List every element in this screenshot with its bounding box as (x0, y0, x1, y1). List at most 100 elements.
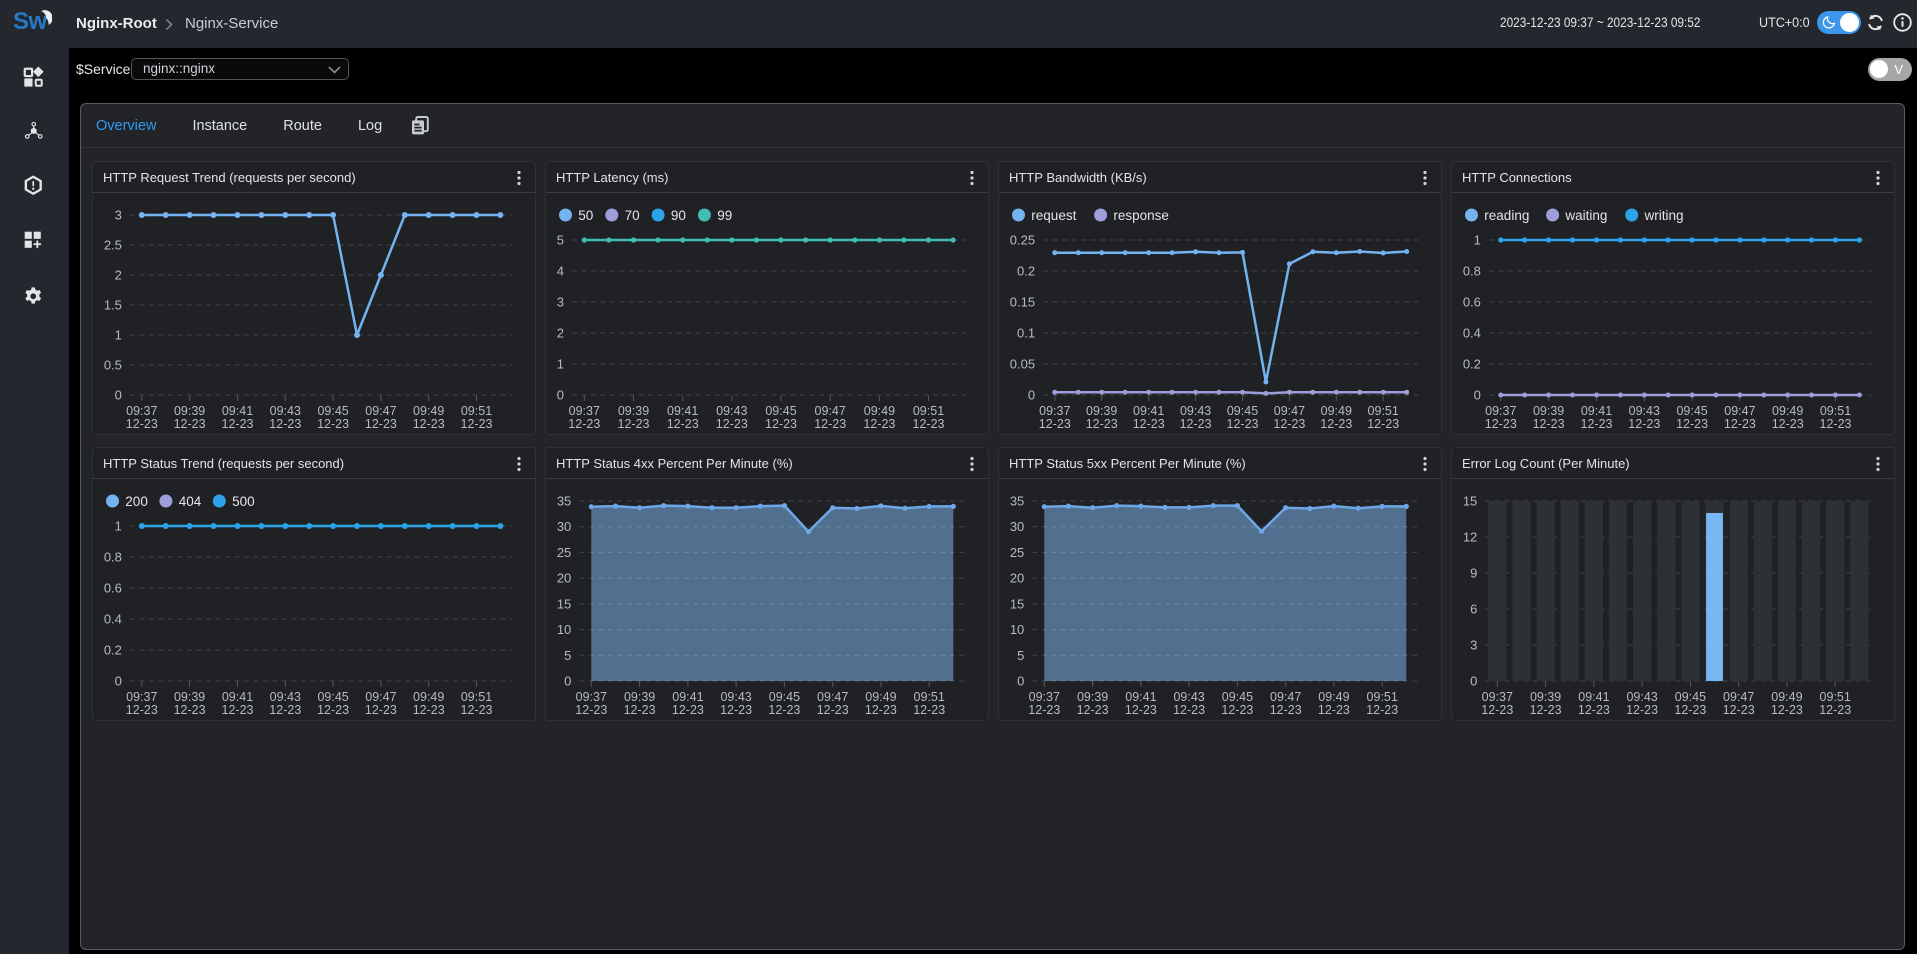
svg-text:12-23: 12-23 (817, 703, 849, 717)
svg-text:9: 9 (1470, 566, 1477, 581)
svg-text:09:49: 09:49 (1772, 404, 1803, 418)
svg-text:2: 2 (115, 268, 122, 283)
svg-text:09:41: 09:41 (1581, 404, 1612, 418)
svg-text:09:37: 09:37 (569, 404, 600, 418)
svg-text:12-23: 12-23 (1771, 703, 1803, 717)
svg-text:09:51: 09:51 (913, 404, 944, 418)
svg-text:waiting: waiting (1564, 208, 1607, 223)
svg-text:12-23: 12-23 (413, 417, 445, 431)
svg-text:09:41: 09:41 (1125, 690, 1156, 704)
svg-text:12-23: 12-23 (1628, 417, 1660, 431)
svg-text:09:45: 09:45 (1222, 690, 1253, 704)
svg-text:0.15: 0.15 (1010, 295, 1035, 310)
svg-text:09:51: 09:51 (1820, 690, 1851, 704)
svg-text:20: 20 (557, 571, 571, 586)
svg-text:12-23: 12-23 (1581, 417, 1613, 431)
svg-text:5: 5 (564, 648, 571, 663)
svg-text:12-23: 12-23 (413, 703, 445, 717)
svg-text:09:39: 09:39 (1077, 690, 1108, 704)
svg-text:09:39: 09:39 (174, 690, 205, 704)
svg-text:request: request (1031, 208, 1076, 223)
svg-text:12-23: 12-23 (1173, 703, 1205, 717)
svg-text:09:47: 09:47 (815, 404, 846, 418)
svg-text:12-23: 12-23 (1270, 703, 1302, 717)
svg-text:12-23: 12-23 (1180, 417, 1212, 431)
svg-text:1: 1 (557, 357, 564, 372)
svg-text:12: 12 (1463, 530, 1477, 545)
svg-text:4: 4 (557, 264, 564, 279)
svg-text:25: 25 (557, 545, 571, 560)
svg-text:09:47: 09:47 (1274, 404, 1305, 418)
svg-text:35: 35 (557, 494, 571, 509)
svg-text:12-23: 12-23 (865, 703, 897, 717)
svg-text:09:45: 09:45 (317, 690, 348, 704)
svg-text:09:41: 09:41 (1578, 690, 1609, 704)
svg-text:0.8: 0.8 (104, 550, 122, 565)
svg-text:09:49: 09:49 (1771, 690, 1802, 704)
svg-text:09:39: 09:39 (618, 404, 649, 418)
svg-text:09:39: 09:39 (174, 404, 205, 418)
svg-text:10: 10 (1010, 622, 1024, 637)
svg-text:09:43: 09:43 (1626, 690, 1657, 704)
svg-text:09:45: 09:45 (317, 404, 348, 418)
svg-text:09:47: 09:47 (1724, 404, 1755, 418)
svg-text:12-23: 12-23 (1077, 703, 1109, 717)
svg-text:09:37: 09:37 (1482, 690, 1513, 704)
svg-text:12-23: 12-23 (913, 417, 945, 431)
svg-text:15: 15 (1010, 596, 1024, 611)
svg-text:12-23: 12-23 (1820, 417, 1852, 431)
svg-text:0: 0 (557, 388, 564, 403)
svg-text:3: 3 (557, 295, 564, 310)
svg-text:12-23: 12-23 (365, 703, 397, 717)
svg-text:12-23: 12-23 (1772, 417, 1804, 431)
svg-text:12-23: 12-23 (1723, 703, 1755, 717)
svg-text:1.5: 1.5 (104, 298, 122, 313)
svg-text:12-23: 12-23 (1481, 703, 1513, 717)
svg-text:12-23: 12-23 (317, 417, 349, 431)
svg-text:25: 25 (1010, 545, 1024, 560)
svg-text:writing: writing (1644, 208, 1684, 223)
svg-text:09:47: 09:47 (365, 690, 396, 704)
svg-text:09:43: 09:43 (716, 404, 747, 418)
svg-text:30: 30 (557, 519, 571, 534)
svg-text:response: response (1113, 208, 1169, 223)
svg-text:09:43: 09:43 (1173, 690, 1204, 704)
svg-text:09:37: 09:37 (1029, 690, 1060, 704)
svg-text:12-23: 12-23 (1676, 417, 1708, 431)
svg-text:09:51: 09:51 (461, 404, 492, 418)
svg-text:12-23: 12-23 (222, 703, 254, 717)
svg-text:09:39: 09:39 (1533, 404, 1564, 418)
svg-text:09:45: 09:45 (769, 690, 800, 704)
svg-text:0.8: 0.8 (1463, 264, 1481, 279)
svg-text:09:37: 09:37 (576, 690, 607, 704)
svg-text:09:47: 09:47 (817, 690, 848, 704)
svg-text:09:47: 09:47 (1723, 690, 1754, 704)
svg-text:12-23: 12-23 (1530, 703, 1562, 717)
svg-text:09:45: 09:45 (1676, 404, 1707, 418)
svg-text:0: 0 (1017, 674, 1024, 689)
svg-text:0.6: 0.6 (1463, 295, 1481, 310)
svg-text:12-23: 12-23 (716, 417, 748, 431)
svg-text:12-23: 12-23 (1039, 417, 1071, 431)
svg-text:15: 15 (557, 596, 571, 611)
svg-text:09:37: 09:37 (1485, 404, 1516, 418)
svg-text:12-23: 12-23 (568, 417, 600, 431)
svg-text:12-23: 12-23 (365, 417, 397, 431)
svg-text:6: 6 (1470, 602, 1477, 617)
svg-text:3: 3 (1470, 638, 1477, 653)
svg-text:09:49: 09:49 (1318, 690, 1349, 704)
svg-text:1: 1 (115, 328, 122, 343)
svg-text:12-23: 12-23 (174, 417, 206, 431)
svg-text:5: 5 (557, 233, 564, 248)
svg-text:12-23: 12-23 (863, 417, 895, 431)
svg-text:09:41: 09:41 (667, 404, 698, 418)
svg-text:09:43: 09:43 (270, 404, 301, 418)
svg-text:90: 90 (671, 208, 686, 223)
svg-text:12-23: 12-23 (269, 703, 301, 717)
svg-text:0.2: 0.2 (1463, 357, 1481, 372)
svg-text:0.6: 0.6 (104, 581, 122, 596)
svg-text:0.2: 0.2 (104, 643, 122, 658)
svg-text:20: 20 (1010, 571, 1024, 586)
svg-text:1: 1 (115, 519, 122, 534)
svg-text:12-23: 12-23 (672, 703, 704, 717)
